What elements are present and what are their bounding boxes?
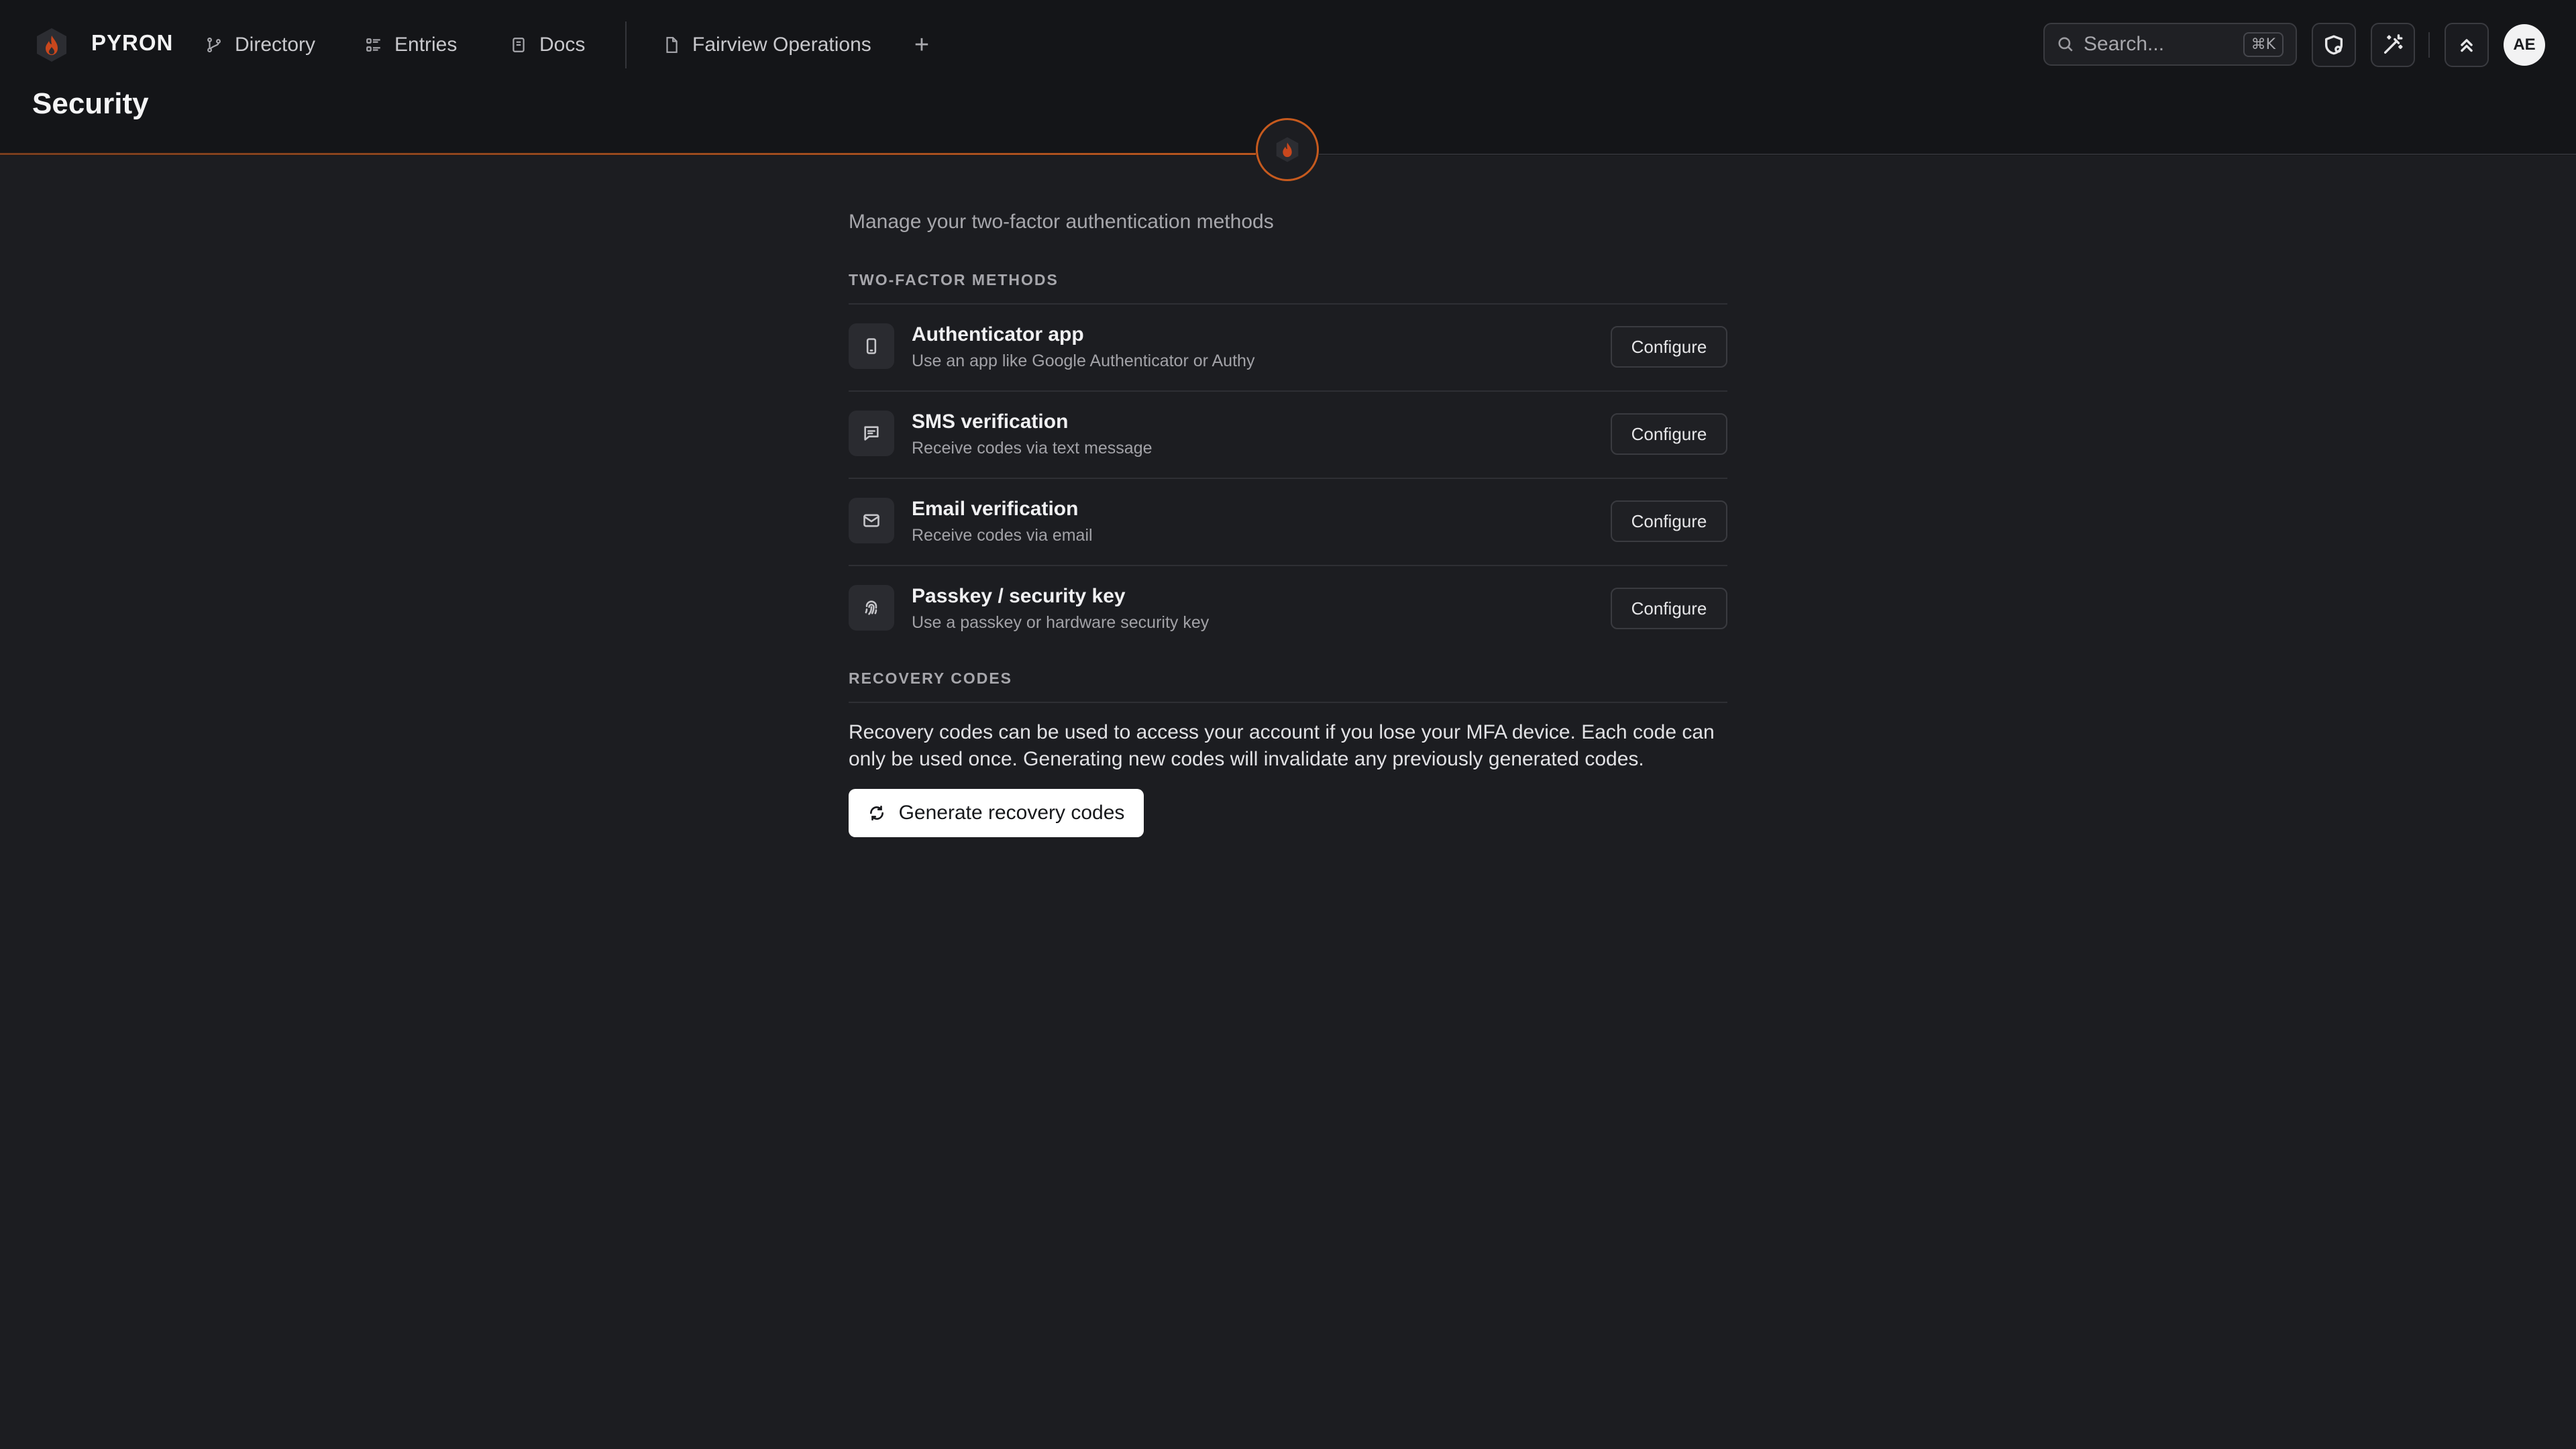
nav-directory[interactable]: Directory: [205, 28, 315, 62]
method-title: Passkey / security key: [912, 585, 1126, 607]
method-title: SMS verification: [912, 411, 1069, 433]
method-passkey: Passkey / security key Use a passkey or …: [849, 566, 1727, 652]
nav-docs-label: Docs: [539, 34, 586, 56]
shield-settings-icon: [2324, 35, 2343, 55]
generate-recovery-codes-label: Generate recovery codes: [898, 802, 1125, 824]
toolbar-separator: [2428, 32, 2430, 58]
avatar[interactable]: AE: [2504, 24, 2545, 66]
message-icon: [849, 411, 894, 456]
nav-divider: [625, 21, 627, 68]
two-factor-section-label: TWO-FACTOR METHODS: [849, 271, 1059, 288]
smartphone-icon: [849, 323, 894, 369]
brand-name[interactable]: PYRON: [91, 30, 173, 56]
search-input[interactable]: [2084, 33, 2234, 56]
method-title: Email verification: [912, 498, 1079, 520]
flame-badge-icon: [1276, 137, 1299, 162]
method-description: Use a passkey or hardware security key: [912, 613, 1210, 632]
method-title: Authenticator app: [912, 323, 1084, 345]
recovery-description: Recovery codes can be used to access you…: [849, 721, 1715, 770]
directory-icon: [207, 37, 221, 53]
top-navigation-bar: PYRON Directory Entries Docs Fairview Op…: [0, 0, 2576, 90]
refresh-icon: [869, 805, 883, 821]
configure-passkey-button[interactable]: Configure: [1611, 588, 1727, 629]
page-title: Security: [32, 87, 149, 120]
recovery-section-label: RECOVERY CODES: [849, 669, 1012, 687]
page-subtitle: Manage your two-factor authentication me…: [849, 211, 1274, 233]
generate-recovery-codes-button[interactable]: Generate recovery codes: [849, 789, 1144, 837]
header-accent-line: [0, 153, 1256, 155]
method-authenticator-app: Authenticator app Use an app like Google…: [849, 305, 1727, 390]
flame-logo-icon[interactable]: [34, 27, 70, 63]
search-shortcut-badge: ⌘K: [2243, 32, 2284, 57]
plus-icon[interactable]: +: [910, 30, 934, 60]
security-content: Manage your two-factor authentication me…: [849, 201, 1727, 837]
configure-sms-button[interactable]: Configure: [1611, 413, 1727, 455]
fingerprint-icon: [849, 585, 894, 631]
method-sms-verification: SMS verification Receive codes via text …: [849, 392, 1727, 478]
file-icon: [666, 37, 678, 53]
docs-icon: [513, 38, 525, 52]
method-description: Use an app like Google Authenticator or …: [912, 352, 1255, 370]
header-divider-line: [1319, 154, 2576, 155]
tab-fairview-operations-label: Fairview Operations: [692, 34, 871, 56]
entries-icon: [366, 38, 380, 52]
nav-entries[interactable]: Entries: [365, 28, 457, 62]
tab-fairview-operations[interactable]: Fairview Operations: [663, 28, 871, 62]
nav-docs[interactable]: Docs: [510, 28, 585, 62]
mail-icon: [849, 498, 894, 543]
method-description: Receive codes via text message: [912, 439, 1152, 458]
configure-authenticator-button[interactable]: Configure: [1611, 326, 1727, 368]
shield-settings-button[interactable]: [2312, 23, 2356, 67]
center-logo-badge: [1256, 118, 1319, 181]
section-divider: [849, 702, 1727, 703]
collapse-button[interactable]: [2445, 23, 2489, 67]
nav-directory-label: Directory: [235, 34, 316, 56]
chevrons-up-icon: [2461, 39, 2473, 52]
method-description: Receive codes via email: [912, 526, 1093, 545]
nav-entries-label: Entries: [394, 34, 458, 56]
magic-wand-icon: [2383, 34, 2403, 54]
search-box[interactable]: ⌘K: [2043, 23, 2297, 66]
magic-wand-button[interactable]: [2371, 23, 2415, 67]
search-icon: [2058, 37, 2073, 52]
method-email-verification: Email verification Receive codes via ema…: [849, 479, 1727, 565]
configure-email-button[interactable]: Configure: [1611, 500, 1727, 542]
